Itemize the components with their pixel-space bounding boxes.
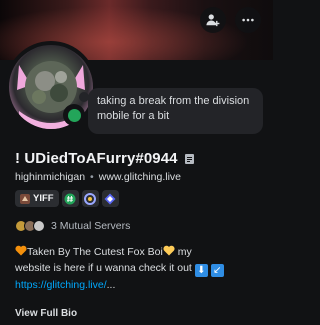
- display-name-row: ! UDiedToAFurry#0944: [15, 150, 196, 167]
- hype-squad-icon: [104, 193, 116, 204]
- separator: •: [90, 171, 94, 183]
- view-full-bio-link[interactable]: View Full Bio: [15, 308, 77, 319]
- bio-ellipsis: ...: [106, 279, 116, 291]
- bio-line-1: Taken By The Cutest Fox Boi: [27, 246, 163, 258]
- badge-row: YIFF: [15, 190, 119, 207]
- username-row: highinmichigan • www.glitching.live: [15, 171, 181, 183]
- bio-line-1-end: my: [174, 246, 192, 258]
- mutual-servers-label: 3 Mutual Servers: [51, 220, 131, 232]
- down-arrow-icon: ⬇: [194, 264, 208, 277]
- badge[interactable]: [101, 190, 119, 207]
- server-tag-icon: [20, 193, 30, 204]
- hashtag-badge-icon: [64, 193, 76, 204]
- server-icon: [33, 220, 45, 232]
- bio: Taken By The Cutest Fox Boi my website i…: [15, 244, 265, 293]
- username[interactable]: highinmichigan: [15, 171, 85, 183]
- custom-status-text: taking a break from the division mobile …: [97, 95, 250, 122]
- person-plus-icon: [206, 14, 220, 27]
- down-left-arrow-icon: ↙: [210, 264, 224, 277]
- orange-heart-icon: [15, 245, 27, 256]
- mutual-servers[interactable]: 3 Mutual Servers: [15, 220, 130, 232]
- bio-line-2: website is here if u wanna check it out: [15, 262, 192, 274]
- circle-badge-icon: [84, 192, 97, 205]
- bio-link[interactable]: https://glitching.live/: [15, 279, 107, 291]
- server-tag[interactable]: YIFF: [15, 190, 59, 207]
- server-tag-label: YIFF: [33, 193, 54, 204]
- custom-status-bubble: taking a break from the division mobile …: [88, 88, 263, 134]
- ellipsis-icon: [242, 18, 254, 22]
- badge[interactable]: [61, 190, 79, 207]
- note-icon[interactable]: [184, 153, 196, 165]
- website-pronouns: www.glitching.live: [98, 171, 182, 183]
- status-dot: [67, 108, 81, 122]
- display-name[interactable]: ! UDiedToAFurry#0944: [15, 150, 178, 167]
- add-friend-button[interactable]: [200, 7, 226, 33]
- online-status-indicator: [63, 104, 85, 126]
- yellow-heart-icon: [163, 245, 175, 256]
- badge[interactable]: [81, 190, 99, 207]
- mutual-server-icons: [15, 220, 47, 232]
- more-options-button[interactable]: [235, 7, 261, 33]
